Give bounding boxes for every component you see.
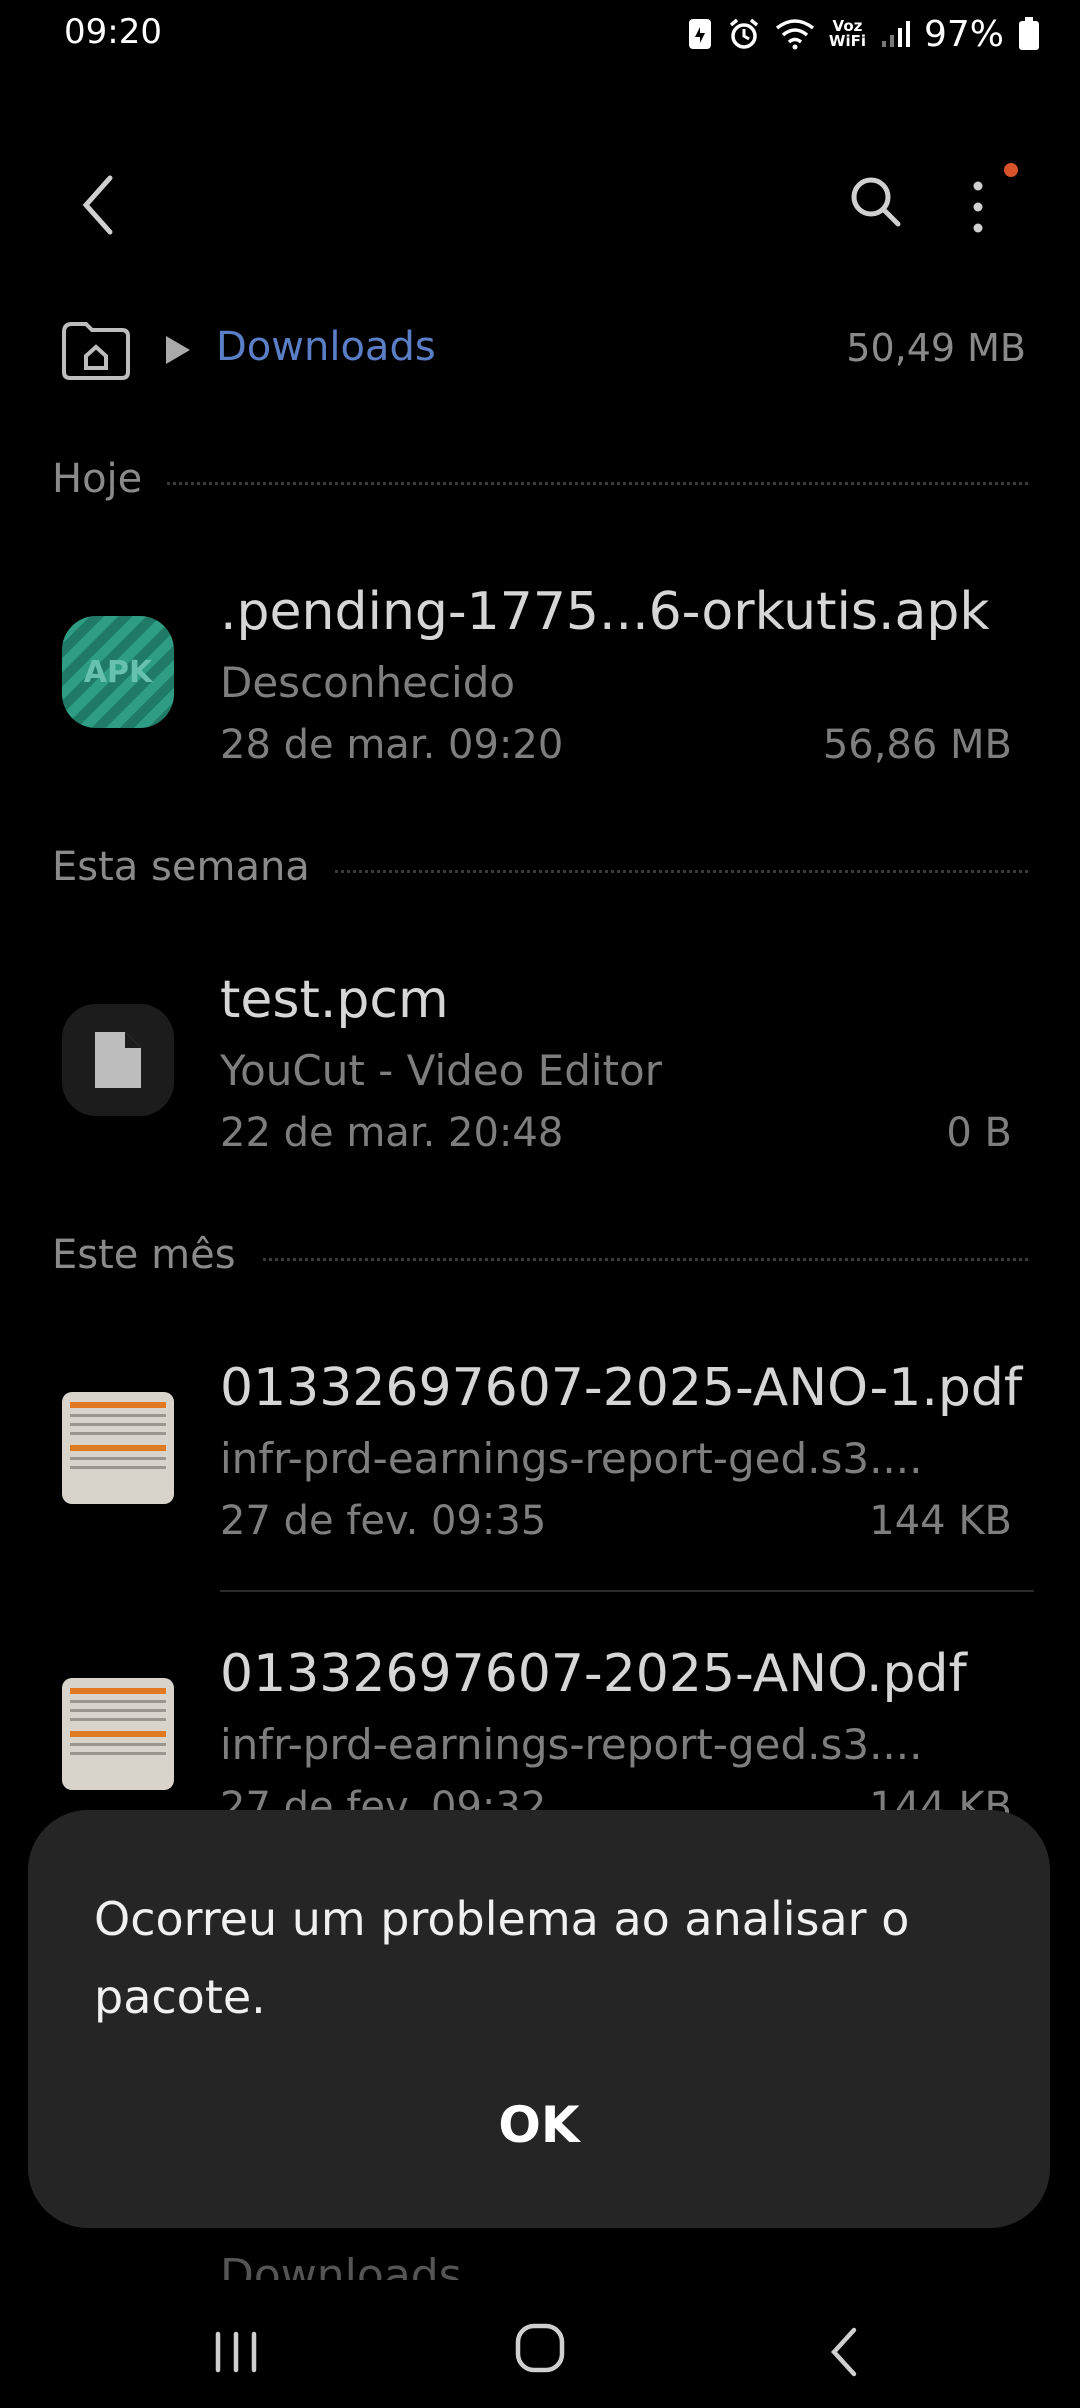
status-icons: Voz WiFi 97% [687,12,1040,56]
back-button[interactable] [70,170,130,240]
recents-icon [215,2331,257,2373]
file-date: 27 de fev. 09:35 [220,1498,547,1544]
file-name: 01332697607-2025-ANO.pdf [220,1644,967,1704]
battery-percent: 97% [923,13,1004,55]
file-icon [62,1004,174,1116]
dialog-message: Ocorreu um problema ao analisar o pacote… [94,1892,910,2024]
home-icon [515,2323,565,2373]
more-options-button[interactable] [958,172,998,242]
voz-wifi-icon: Voz WiFi [829,19,866,49]
list-item[interactable]: APK .pending-1775...6-orkutis.apk Descon… [0,560,1080,800]
apk-file-icon: APK [62,616,174,728]
app-bar [0,150,1080,260]
pdf-thumbnail [62,1678,174,1790]
search-icon [851,177,901,227]
folder-size: 50,49 MB [846,326,1026,370]
file-size: 0 B [946,1110,1012,1156]
breadcrumb-downloads[interactable]: Downloads [216,324,436,370]
status-time: 09:20 [64,12,162,52]
file-size: 56,86 MB [822,722,1012,768]
home-folder-icon [62,322,130,380]
file-name: .pending-1775...6-orkutis.apk [220,582,990,642]
chevron-right-icon [166,336,190,364]
wifi-label: WiFi [828,32,866,50]
home-folder-button[interactable] [60,320,132,382]
file-source: Desconhecido [220,658,516,707]
alarm-icon [727,17,761,51]
status-bar: 09:20 Voz WiFi 97% [0,0,1080,70]
section-label: Hoje [52,456,167,502]
pdf-thumbnail [62,1392,174,1504]
list-item[interactable]: test.pcm YouCut - Video Editor 22 de mar… [0,948,1080,1188]
breadcrumb: Downloads 50,49 MB [0,310,1080,390]
apk-label: APK [83,654,153,690]
nav-back-button[interactable] [820,2324,870,2380]
navigation-bar [0,2300,1080,2408]
section-header-today: Hoje [52,450,1028,510]
notification-badge [1004,163,1018,177]
file-date: 28 de mar. 09:20 [220,722,564,768]
file-source: YouCut - Video Editor [220,1046,662,1095]
battery-icon [1018,17,1040,51]
file-name: test.pcm [220,970,449,1030]
section-label: Esta semana [52,844,334,890]
back-arrow-icon [82,175,113,235]
recent-apps-button[interactable] [210,2326,262,2378]
more-vert-icon [973,181,983,233]
list-item[interactable]: 01332697607-2025-ANO-1.pdf infr-prd-earn… [0,1336,1080,1576]
section-header-this-week: Esta semana [52,838,1028,898]
section-divider [52,482,1028,485]
list-divider [220,1590,1034,1592]
file-date: 22 de mar. 20:48 [220,1110,564,1156]
partially-hidden-item: Downloads [220,2250,462,2280]
file-name: 01332697607-2025-ANO-1.pdf [220,1358,1023,1418]
home-button[interactable] [512,2320,568,2376]
ok-button[interactable]: OK [439,2070,639,2180]
file-source: infr-prd-earnings-report-ged.s3.... [220,1720,923,1769]
file-size: 144 KB [869,1498,1012,1544]
wifi-icon [775,18,815,50]
document-icon [95,1032,141,1088]
signal-icon [880,19,910,49]
file-source: infr-prd-earnings-report-ged.s3.... [220,1434,923,1483]
back-icon [830,2327,857,2377]
sync-icon [687,17,713,51]
section-label: Este mês [52,1232,260,1278]
section-header-this-month: Este mês [52,1226,1028,1286]
error-dialog: Ocorreu um problema ao analisar o pacote… [28,1810,1050,2228]
search-button[interactable] [846,172,906,232]
